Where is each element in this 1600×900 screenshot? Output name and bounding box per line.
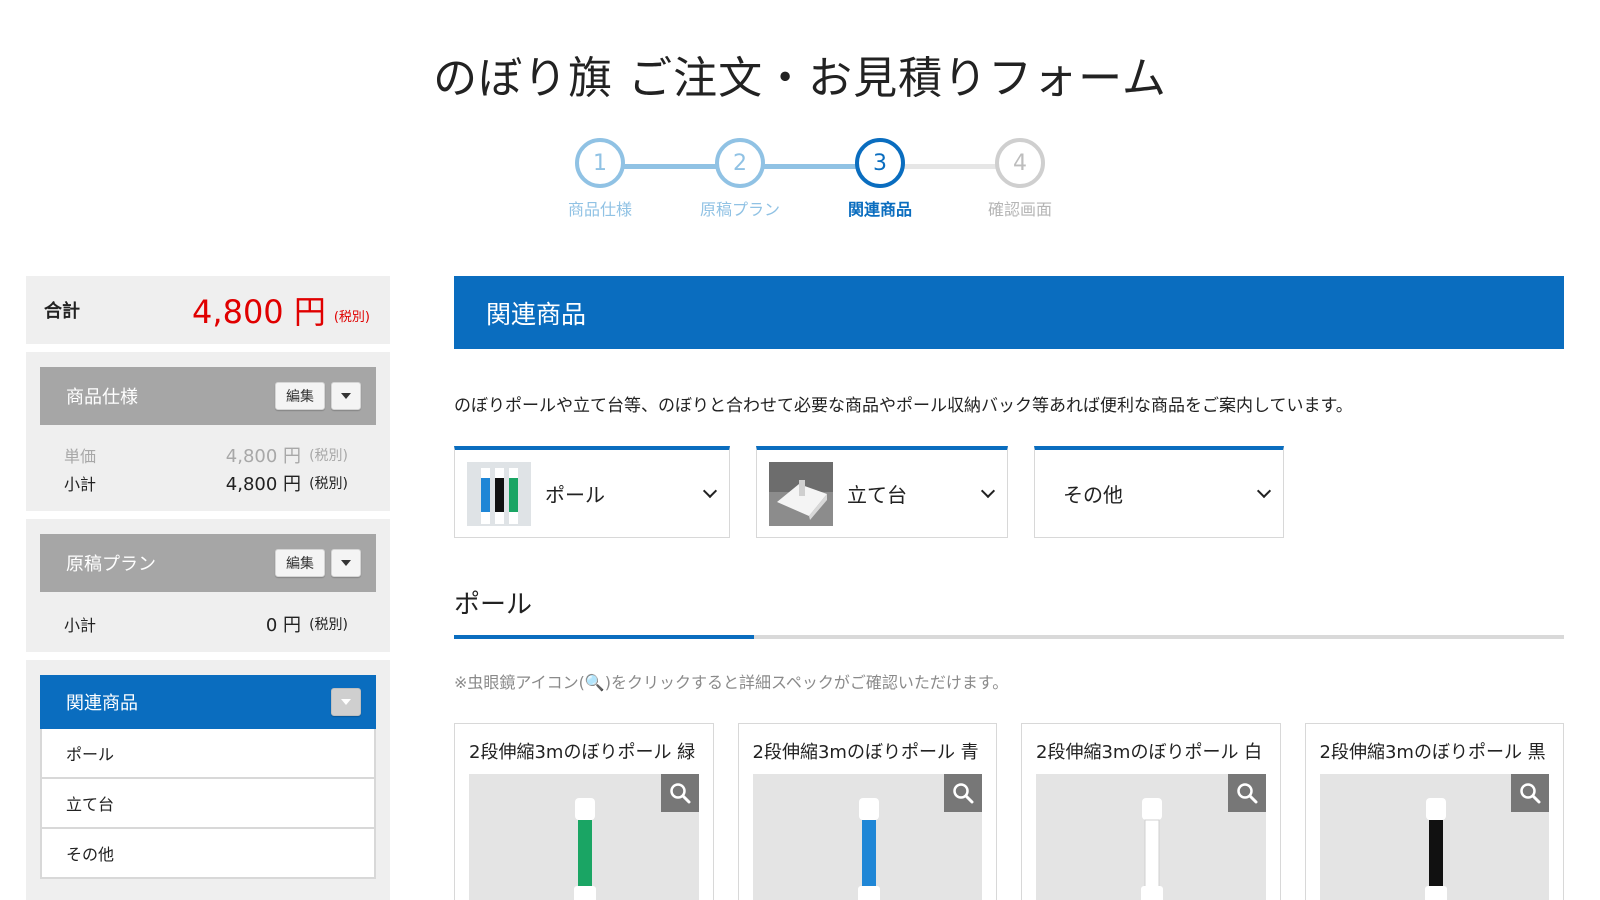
category-selectors: ポール 立て台 その他 xyxy=(454,446,1564,538)
product-image xyxy=(752,774,982,900)
unit-price-tax: (税別) xyxy=(309,448,348,464)
spec-panel-header: 商品仕様 編集 xyxy=(40,367,376,425)
spec-subtotal-label: 小計 xyxy=(64,475,97,494)
step-number: 2 xyxy=(715,138,765,188)
magnifier-button[interactable] xyxy=(1511,774,1549,812)
chevron-down-icon xyxy=(980,483,996,498)
total-tax-note: (税別) xyxy=(333,309,370,325)
chevron-down-icon xyxy=(341,393,351,399)
related-panel: 関連商品 ポール 立て台 その他 xyxy=(26,660,390,900)
subsection-title: ポール xyxy=(454,590,533,620)
total-amount: 4,800 円 xyxy=(192,293,326,331)
spec-toggle-button[interactable] xyxy=(331,382,361,410)
product-card[interactable]: 2段伸縮3mのぼりポール 緑 xyxy=(454,723,714,900)
pole-thumbnail-icon xyxy=(467,461,531,526)
step-1[interactable]: 1 商品仕様 xyxy=(540,138,660,220)
spec-panel: 商品仕様 編集 単価 4,800 円 (税別) 小計 4,800 円 (税別) xyxy=(26,352,390,511)
step-label: 商品仕様 xyxy=(567,200,632,219)
total-box: 合計 4,800 円 (税別) xyxy=(26,276,390,344)
unit-price-label: 単価 xyxy=(64,447,97,466)
product-name: 2段伸縮3mのぼりポール 青 xyxy=(752,742,979,763)
category-label: 立て台 xyxy=(847,483,907,507)
related-panel-title: 関連商品 xyxy=(66,693,138,714)
plan-edit-button[interactable]: 編集 xyxy=(275,549,325,577)
subsection-divider-accent xyxy=(454,635,754,639)
plan-toggle-button[interactable] xyxy=(331,549,361,577)
search-icon xyxy=(953,783,974,804)
search-icon xyxy=(669,783,690,804)
step-label: 関連商品 xyxy=(847,200,912,219)
related-toggle-button[interactable] xyxy=(331,688,361,716)
related-item-stand[interactable]: 立て台 xyxy=(40,779,376,829)
product-card[interactable]: 2段伸縮3mのぼりポール 青 xyxy=(737,723,997,900)
category-label: その他 xyxy=(1063,483,1123,507)
order-summary-sidebar: 合計 4,800 円 (税別) 商品仕様 編集 単価 4,800 円 (税別) … xyxy=(26,276,390,900)
product-name: 2段伸縮3mのぼりポール 白 xyxy=(1036,742,1263,763)
main-content: 関連商品 のぼりポールや立て台等、のぼりと合わせて必要な商品やポール収納バック等… xyxy=(454,276,1564,900)
plan-subtotal-label: 小計 xyxy=(64,616,97,635)
category-stand-dropdown[interactable]: 立て台 xyxy=(756,446,1008,538)
step-number: 4 xyxy=(995,138,1045,188)
chevron-down-icon xyxy=(1256,483,1272,498)
product-image xyxy=(1319,774,1549,900)
category-other-dropdown[interactable]: その他 xyxy=(1034,446,1284,538)
magnifier-button[interactable] xyxy=(660,774,699,812)
plan-subtotal-row: 小計 0 円 (税別) xyxy=(40,610,376,638)
product-card[interactable]: 2段伸縮3mのぼりポール 黒 xyxy=(1304,723,1564,900)
section-title: 関連商品 xyxy=(454,276,1564,349)
product-card[interactable]: 2段伸縮3mのぼりポール 白 xyxy=(1021,723,1281,900)
magnifier-button[interactable] xyxy=(944,774,982,812)
plan-subtotal-tax: (税別) xyxy=(309,617,348,633)
spec-panel-title: 商品仕様 xyxy=(66,387,138,408)
product-name: 2段伸縮3mのぼりポール 黒 xyxy=(1319,742,1546,763)
search-icon xyxy=(1236,783,1257,804)
plan-panel-title: 原稿プラン xyxy=(66,554,156,575)
spec-edit-button[interactable]: 編集 xyxy=(275,382,325,410)
step-label: 確認画面 xyxy=(987,200,1052,219)
search-icon xyxy=(1520,783,1541,804)
unit-price-amount: 4,800 円 xyxy=(225,446,302,467)
related-panel-header: 関連商品 xyxy=(40,675,376,729)
product-image xyxy=(1036,774,1266,900)
step-number: 3 xyxy=(855,138,905,188)
related-item-other[interactable]: その他 xyxy=(40,829,376,879)
plan-panel-header: 原稿プラン 編集 xyxy=(40,534,376,592)
magnifier-note: ※虫眼鏡アイコン(🔍)をクリックすると詳細スペックがご確認いただけます。 xyxy=(454,673,1009,692)
step-label: 原稿プラン xyxy=(699,200,780,219)
stand-thumbnail-icon xyxy=(769,461,833,526)
step-number: 1 xyxy=(575,138,625,188)
step-4: 4 確認画面 xyxy=(960,138,1080,220)
product-image xyxy=(469,774,699,900)
intro-text: のぼりポールや立て台等、のぼりと合わせて必要な商品やポール収納バック等あれば便利… xyxy=(454,396,1353,416)
plan-subtotal-amount: 0 円 xyxy=(265,615,302,636)
spec-subtotal-row: 小計 4,800 円 (税別) xyxy=(40,469,376,497)
product-name: 2段伸縮3mのぼりポール 緑 xyxy=(469,742,696,763)
related-item-pole[interactable]: ポール xyxy=(40,729,376,779)
chevron-down-icon xyxy=(702,483,718,498)
unit-price-row: 単価 4,800 円 (税別) xyxy=(40,441,376,469)
spec-subtotal-tax: (税別) xyxy=(309,476,348,492)
page: のぼり旗 ご注文・お見積りフォーム 1 商品仕様 2 原稿プラン 3 関連商品 … xyxy=(0,0,1600,900)
category-pole-dropdown[interactable]: ポール xyxy=(454,446,730,538)
chevron-down-icon xyxy=(341,560,351,566)
magnifier-button[interactable] xyxy=(1227,774,1266,812)
total-label: 合計 xyxy=(44,301,80,322)
product-list: 2段伸縮3mのぼりポール 緑 2段伸縮3mのぼりポール 青 2段伸縮3mのぼりポ… xyxy=(454,723,1564,900)
category-label: ポール xyxy=(545,483,605,507)
subsection-divider xyxy=(454,635,1564,639)
progress-stepper: 1 商品仕様 2 原稿プラン 3 関連商品 4 確認画面 xyxy=(540,138,1052,228)
step-2[interactable]: 2 原稿プラン xyxy=(680,138,800,220)
page-title: のぼり旗 ご注文・お見積りフォーム xyxy=(433,53,1167,104)
chevron-down-icon xyxy=(341,699,351,705)
spec-subtotal-amount: 4,800 円 xyxy=(225,474,302,495)
plan-panel: 原稿プラン 編集 小計 0 円 (税別) xyxy=(26,519,390,652)
step-3[interactable]: 3 関連商品 xyxy=(820,138,940,220)
